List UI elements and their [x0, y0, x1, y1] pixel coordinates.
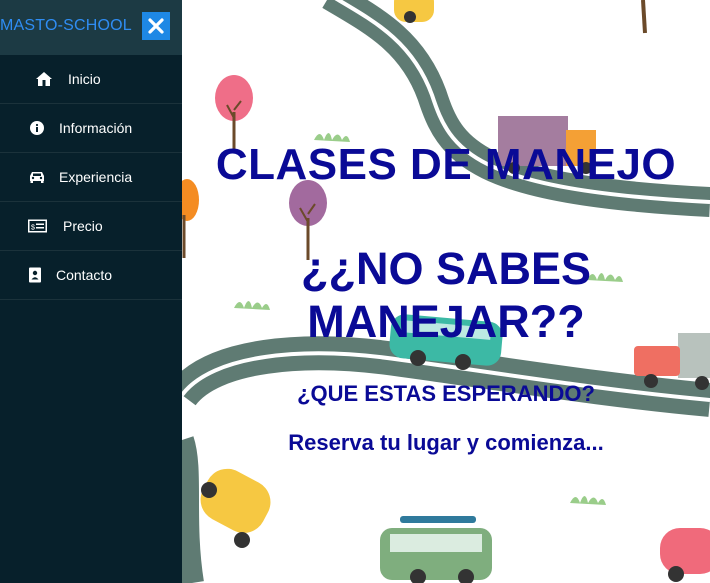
van-green: [380, 516, 492, 583]
hero-subtitle: ¿QUE ESTAS ESPERANDO?: [297, 381, 595, 406]
sidebar-item-experiencia[interactable]: Experiencia: [0, 153, 182, 202]
contact-card-icon: [29, 267, 41, 283]
car-icon: [29, 171, 45, 183]
home-icon: [36, 72, 52, 86]
sidebar-item-precio[interactable]: $ Precio: [0, 202, 182, 251]
sidebar-item-label: Contacto: [56, 267, 113, 283]
tree-brown: [641, 0, 647, 34]
main-content: CLASES DE MANEJO ¿¿NO SABES MANEJAR?? ¿Q…: [182, 0, 710, 583]
sidebar-item-label: Experiencia: [59, 169, 133, 185]
info-icon: [30, 121, 44, 135]
brand-name[interactable]: MASTO-SCHOOL: [0, 17, 132, 35]
sidebar-header: MASTO-SCHOOL: [0, 0, 182, 55]
car-yellow-bottom: [200, 468, 271, 548]
sidebar-item-contacto[interactable]: Contacto: [0, 251, 182, 300]
car-yellow-top: [394, 0, 434, 23]
sidebar-nav: Inicio Información Experiencia $ Precio …: [0, 55, 182, 300]
svg-text:$: $: [31, 225, 35, 232]
sidebar: MASTO-SCHOOL Inicio Información Experien…: [0, 0, 182, 583]
money-bill-icon: $: [28, 219, 47, 233]
hero-cta: Reserva tu lugar y comienza...: [288, 430, 604, 455]
sidebar-item-informacion[interactable]: Información: [0, 104, 182, 153]
hero-title: CLASES DE MANEJO: [215, 140, 677, 189]
sidebar-item-label: Precio: [63, 218, 103, 234]
car-pink: [660, 528, 710, 582]
sidebar-item-label: Información: [59, 120, 133, 136]
sidebar-item-inicio[interactable]: Inicio: [0, 55, 182, 104]
close-sidebar-button[interactable]: [142, 12, 170, 40]
hero-question: ¿¿NO SABES MANEJAR??: [300, 243, 592, 347]
sidebar-item-label: Inicio: [68, 71, 101, 87]
close-icon: [148, 18, 164, 34]
